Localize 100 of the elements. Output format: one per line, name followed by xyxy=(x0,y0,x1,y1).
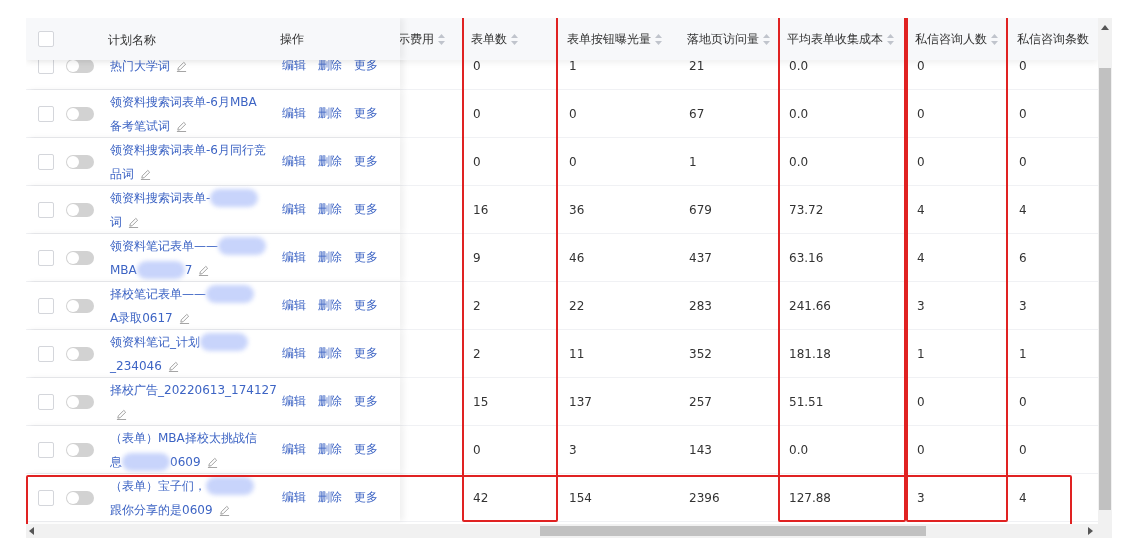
row-checkbox[interactable] xyxy=(38,441,54,458)
action-link[interactable]: 编辑 xyxy=(282,249,306,266)
action-link[interactable]: 编辑 xyxy=(282,393,306,410)
pencil-icon[interactable] xyxy=(178,312,190,324)
row-checkbox[interactable] xyxy=(38,201,54,218)
action-link[interactable]: 删除 xyxy=(318,489,342,506)
column-header: 平均表单收集成本 xyxy=(787,30,883,48)
plan-name[interactable]: 领资料搜索词表单- xyxy=(110,190,211,205)
table-cell: 46 xyxy=(569,250,585,265)
plan-name[interactable]: 跟你分享的是0609 xyxy=(110,502,213,517)
action-link[interactable]: 删除 xyxy=(318,249,342,266)
scroll-left-icon[interactable] xyxy=(28,527,36,535)
toggle-switch[interactable] xyxy=(66,154,94,169)
column-header: 操作 xyxy=(280,30,304,48)
action-link[interactable]: 编辑 xyxy=(282,345,306,362)
toggle-switch[interactable] xyxy=(66,106,94,121)
row-checkbox[interactable] xyxy=(38,345,54,362)
table-cell: 2 xyxy=(473,298,481,313)
plan-name[interactable]: （表单）宝子们， xyxy=(110,478,206,493)
table-cell: 352 xyxy=(689,346,712,361)
pencil-icon[interactable] xyxy=(140,168,151,180)
sort-icon[interactable] xyxy=(511,33,518,45)
toggle-switch[interactable] xyxy=(66,202,94,217)
toggle-switch[interactable] xyxy=(66,298,94,313)
table-cell: 4 xyxy=(1019,202,1027,217)
action-link[interactable]: 更多 xyxy=(354,345,378,362)
action-link[interactable]: 编辑 xyxy=(282,489,306,506)
action-link[interactable]: 更多 xyxy=(354,249,378,266)
row-checkbox[interactable] xyxy=(38,249,54,266)
action-link[interactable]: 更多 xyxy=(354,201,378,218)
action-link[interactable]: 更多 xyxy=(354,105,378,122)
sort-icon[interactable] xyxy=(763,33,770,45)
row-checkbox[interactable] xyxy=(38,153,54,170)
vertical-scrollbar[interactable] xyxy=(1098,18,1112,524)
plan-name[interactable]: 领资料笔记_计划 xyxy=(110,334,200,349)
plan-name[interactable]: 热门大学词 xyxy=(110,58,170,73)
plan-name[interactable]: 备考笔试词 xyxy=(110,118,170,133)
action-link[interactable]: 更多 xyxy=(354,441,378,458)
plan-name[interactable]: 择校广告_20220613_174127 xyxy=(110,382,277,397)
toggle-switch[interactable] xyxy=(66,490,94,505)
plan-name[interactable]: MBA xyxy=(110,262,137,277)
row-checkbox[interactable] xyxy=(38,489,54,506)
row-checkbox[interactable] xyxy=(38,393,54,410)
action-link[interactable]: 删除 xyxy=(318,57,342,74)
plan-name[interactable]: _234046 xyxy=(110,358,162,373)
pencil-icon[interactable] xyxy=(116,408,127,420)
action-link[interactable]: 编辑 xyxy=(282,201,306,218)
plan-name[interactable]: 词 xyxy=(110,214,122,229)
horizontal-scrollbar[interactable] xyxy=(26,524,1112,538)
scroll-right-icon[interactable] xyxy=(1086,527,1094,535)
action-link[interactable]: 删除 xyxy=(318,105,342,122)
action-link[interactable]: 删除 xyxy=(318,153,342,170)
plan-name[interactable]: 领资料笔记表单—— xyxy=(110,238,218,253)
action-link[interactable]: 编辑 xyxy=(282,153,306,170)
plan-name[interactable]: 择校笔记表单—— xyxy=(110,286,206,301)
column-header: 私信咨询条数 xyxy=(1017,30,1089,48)
pencil-icon[interactable] xyxy=(128,216,139,228)
pencil-icon[interactable] xyxy=(167,360,179,372)
action-link[interactable]: 删除 xyxy=(318,345,342,362)
toggle-switch[interactable] xyxy=(66,394,94,409)
action-link[interactable]: 编辑 xyxy=(282,57,306,74)
plan-name[interactable]: 领资料搜索词表单-6月MBA xyxy=(110,94,257,109)
action-link[interactable]: 编辑 xyxy=(282,105,306,122)
plan-name[interactable]: A录取0617 xyxy=(110,310,173,325)
action-link[interactable]: 更多 xyxy=(354,153,378,170)
sort-icon[interactable] xyxy=(438,33,445,45)
action-link[interactable]: 删除 xyxy=(318,297,342,314)
row-checkbox[interactable] xyxy=(38,105,54,122)
sort-icon[interactable] xyxy=(991,33,998,45)
row-checkbox[interactable] xyxy=(38,297,54,314)
sort-icon[interactable] xyxy=(655,33,662,45)
pencil-icon[interactable] xyxy=(198,264,210,276)
action-link[interactable]: 编辑 xyxy=(282,441,306,458)
toggle-switch[interactable] xyxy=(66,442,94,457)
pencil-icon[interactable] xyxy=(206,456,218,468)
table-cell: 257 xyxy=(689,394,712,409)
action-link[interactable]: 更多 xyxy=(354,393,378,410)
plan-name[interactable]: 息 xyxy=(110,454,122,469)
scroll-up-icon[interactable] xyxy=(1101,24,1109,32)
plan-name[interactable]: 7 xyxy=(184,262,193,277)
table-cell: 16 xyxy=(473,202,489,217)
plan-name[interactable]: 领资料搜索词表单-6月同行竞 xyxy=(110,142,266,157)
plan-name[interactable]: 0609 xyxy=(170,454,201,469)
pencil-icon[interactable] xyxy=(218,504,230,516)
action-link[interactable]: 编辑 xyxy=(282,297,306,314)
select-all-checkbox[interactable] xyxy=(38,31,54,47)
pencil-icon[interactable] xyxy=(176,120,187,132)
plan-name[interactable]: 品词 xyxy=(110,166,134,181)
toggle-switch[interactable] xyxy=(66,250,94,265)
plan-name[interactable]: （表单）MBA择校太挑战信 xyxy=(110,430,257,445)
action-link[interactable]: 更多 xyxy=(354,297,378,314)
sort-icon[interactable] xyxy=(887,33,894,45)
action-link[interactable]: 删除 xyxy=(318,393,342,410)
action-link[interactable]: 更多 xyxy=(354,57,378,74)
action-link[interactable]: 更多 xyxy=(354,489,378,506)
toggle-switch[interactable] xyxy=(66,346,94,361)
action-link[interactable]: 删除 xyxy=(318,201,342,218)
action-link[interactable]: 删除 xyxy=(318,441,342,458)
pencil-icon[interactable] xyxy=(176,60,187,72)
table-cell: 0.0 xyxy=(789,58,809,73)
